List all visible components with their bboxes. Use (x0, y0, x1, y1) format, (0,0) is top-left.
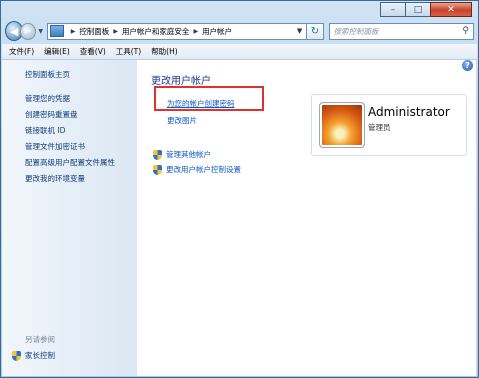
menu-edit[interactable]: 编辑(E) (44, 46, 70, 57)
shield-icon (153, 164, 162, 175)
back-arrow-icon: ◀ (9, 24, 19, 38)
window: – □ ✕ ◀ ▶ ▼ ▶ 控制面板 ▶ 用户帐户和家庭安全 ▶ 用户帐户 ▼ … (0, 0, 479, 378)
menu-help[interactable]: 帮助(H) (151, 46, 178, 57)
menu-bar: 文件(F) 编辑(E) 查看(V) 工具(T) 帮助(H) (2, 44, 477, 60)
account-card: Administrator 管理员 (311, 94, 467, 156)
breadcrumb-separator-icon[interactable]: ▶ (71, 28, 76, 35)
shield-icon (12, 350, 21, 361)
panel-border (476, 60, 477, 376)
see-also-label: 另请参阅 (25, 335, 55, 344)
search-placeholder: 搜索控制面板 (333, 26, 379, 36)
parental-controls-label: 家长控制 (25, 351, 55, 360)
navigation-bar: ◀ ▶ ▼ ▶ 控制面板 ▶ 用户帐户和家庭安全 ▶ 用户帐户 ▼ ↻ 搜索控制… (5, 19, 474, 43)
close-button[interactable]: ✕ (430, 2, 472, 17)
maximize-button[interactable]: □ (405, 2, 431, 17)
sidebar-advanced-profile-props[interactable]: 配置高级用户配置文件属性 (25, 157, 115, 168)
menu-view[interactable]: 查看(V) (80, 46, 106, 57)
sidebar-control-panel-home[interactable]: 控制面板主页 (25, 69, 70, 80)
create-password-link[interactable]: 为您的帐户创建密码 (167, 98, 235, 109)
window-controls: – □ ✕ (380, 2, 472, 17)
menu-tools[interactable]: 工具(T) (116, 46, 141, 57)
account-name: Administrator (368, 105, 450, 119)
breadcrumb-user-accounts[interactable]: 用户帐户 (202, 26, 232, 37)
sidebar-change-env-vars[interactable]: 更改我的环境变量 (25, 173, 85, 184)
page-title: 更改用户帐户 (151, 76, 211, 87)
sidebar-manage-credentials[interactable]: 管理您的凭据 (25, 93, 70, 104)
shield-icon (153, 149, 162, 160)
sidebar-parental-controls[interactable]: 家长控制 (12, 350, 55, 361)
manage-other-accounts-label: 管理其他帐户 (166, 150, 211, 159)
uac-settings-label: 更改用户帐户控制设置 (166, 165, 241, 174)
sidebar-link-online-id[interactable]: 链接联机 ID (25, 125, 65, 136)
uac-settings-link[interactable]: 更改用户帐户控制设置 (153, 164, 241, 175)
search-icon[interactable]: ⚲ (462, 26, 469, 36)
refresh-icon: ↻ (310, 25, 320, 37)
minimize-button[interactable]: – (380, 2, 406, 17)
sidebar: 控制面板主页 管理您的凭据 创建密码重置盘 链接联机 ID 管理文件加密证书 配… (2, 60, 137, 376)
address-dropdown-icon[interactable]: ▼ (293, 27, 306, 35)
help-icon[interactable]: ? (462, 60, 473, 71)
refresh-button[interactable]: ↻ (307, 22, 324, 40)
content-area: 控制面板主页 管理您的凭据 创建密码重置盘 链接联机 ID 管理文件加密证书 配… (2, 60, 477, 376)
menu-file[interactable]: 文件(F) (9, 46, 34, 57)
breadcrumb-user-accounts-family[interactable]: 用户帐户和家庭安全 (122, 26, 190, 37)
sidebar-manage-encryption-certs[interactable]: 管理文件加密证书 (25, 141, 85, 152)
search-input[interactable]: 搜索控制面板 ⚲ (328, 22, 474, 40)
forward-button[interactable]: ▶ (20, 22, 36, 40)
breadcrumb-control-panel[interactable]: 控制面板 (79, 26, 109, 37)
breadcrumb-separator-icon[interactable]: ▶ (113, 28, 118, 35)
control-panel-icon (49, 25, 64, 37)
recent-pages-dropdown[interactable]: ▼ (37, 28, 45, 35)
sidebar-create-reset-disk[interactable]: 创建密码重置盘 (25, 109, 78, 120)
breadcrumb-separator-icon[interactable]: ▶ (193, 28, 198, 35)
manage-other-accounts-link[interactable]: 管理其他帐户 (153, 149, 211, 160)
main-panel: ? 更改用户帐户 为您的帐户创建密码 更改图片 管理其他帐户 更改用户帐户控制设… (137, 60, 477, 376)
address-bar[interactable]: ▶ 控制面板 ▶ 用户帐户和家庭安全 ▶ 用户帐户 ▼ (46, 22, 308, 40)
account-role: 管理员 (368, 123, 391, 132)
avatar (319, 102, 365, 148)
forward-arrow-icon: ▶ (24, 26, 32, 36)
change-picture-link[interactable]: 更改图片 (167, 115, 197, 126)
